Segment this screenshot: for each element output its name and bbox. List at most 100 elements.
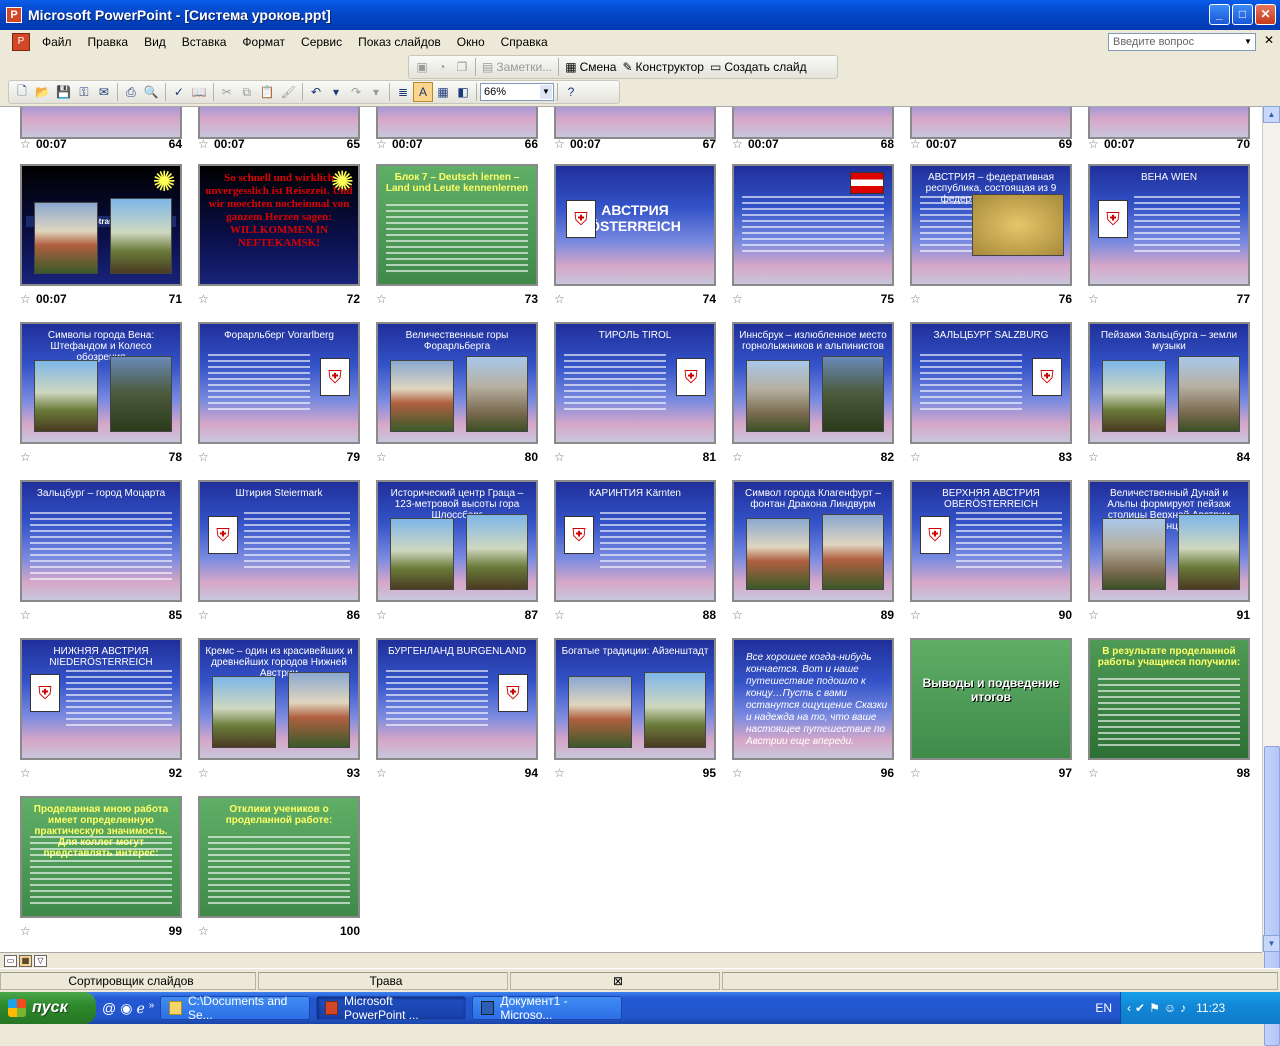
slide-thumbnail[interactable]: ВЕНА WIEN ⛨ [1088,164,1250,286]
chevron-down-icon[interactable]: ▼ [540,85,552,99]
slide-thumbnail[interactable]: Величественные горы Форарльберга [376,322,538,444]
slide-thumbnail[interactable]: АВСТРИЯ – федеративная республика, состо… [910,164,1072,286]
format-painter-icon[interactable]: 🖌 [278,82,299,102]
slide-transition-icon[interactable]: ☆ [376,292,387,306]
slide-transition-icon[interactable]: ☆ [554,450,565,464]
slide-transition-icon[interactable]: ☆ [732,450,743,464]
antivirus-tray-icon[interactable]: ✔ [1135,1001,1145,1015]
slide-thumbnail[interactable]: КАРИНТИЯ Kärnten ⛨ [554,480,716,602]
slide-transition-icon[interactable]: ☆ [20,608,31,622]
slide-thumbnail[interactable]: АВСТРИЯ ÖSTERREICH ⛨ [554,164,716,286]
minimize-button[interactable]: _ [1209,4,1230,25]
close-document-icon[interactable]: ✕ [1264,33,1274,47]
permission-icon[interactable]: ⚿ [74,82,94,102]
undo-dropdown-icon[interactable]: ▾ [326,82,346,102]
slideshow-view-icon[interactable]: ▽ [34,954,47,967]
chevron-down-icon[interactable]: ▼ [1242,35,1254,49]
document-icon[interactable]: P [12,33,30,51]
slide-transition-icon[interactable]: ☆ [910,608,921,622]
slide-transition-icon[interactable]: ☆ [20,137,31,151]
slide-transition-icon[interactable]: ☆ [1088,608,1099,622]
language-indicator[interactable]: EN [1095,1001,1112,1015]
menu-help[interactable]: Справка [493,35,556,49]
slide-transition-icon[interactable]: ☆ [732,292,743,306]
rehearse-timings-icon[interactable]: ◔ [432,57,452,77]
spelling-icon[interactable]: ✓ [169,82,189,102]
opera-quicklaunch-icon[interactable]: ◉ [120,1000,132,1017]
slide-thumbnail[interactable]: Отклики учеников о проделанной работе: [198,796,360,918]
messenger-tray-icon[interactable]: ☺ [1164,1001,1176,1015]
scroll-down-arrow-icon[interactable]: ▼ [1263,935,1280,952]
ie-quicklaunch-icon[interactable]: ℯ [136,1000,144,1017]
slide-transition-icon[interactable]: ☆ [20,292,31,306]
task-word[interactable]: Документ1 - Microso... [472,994,623,1022]
slide-thumbnail[interactable]: Исторический центр Граца – 123-метровой … [376,480,538,602]
slide-thumbnail[interactable]: Величественный Дунай и Альпы формируют п… [1088,480,1250,602]
transition-button[interactable]: ▦ Смена [562,57,619,77]
slide-transition-icon[interactable]: ☆ [1088,137,1099,151]
task-powerpoint[interactable]: Microsoft PowerPoint ... [316,994,467,1022]
slide-transition-icon[interactable]: ☆ [732,766,743,780]
print-icon[interactable]: ⎙ [121,82,141,102]
slide-transition-icon[interactable]: ☆ [732,137,743,151]
slide-thumbnail[interactable]: НИЖНЯЯ АВСТРИЯ NIEDERÖSTERREICH ⛨ [20,638,182,760]
slide-thumbnail[interactable]: ЗАЛЬЦБУРГ SALZBURG ⛨ [910,322,1072,444]
slide-thumbnail[interactable] [198,107,360,139]
new-slide-button[interactable]: ▭ Создать слайд [707,57,810,77]
slide-transition-icon[interactable]: ☆ [732,608,743,622]
slide-transition-icon[interactable]: ☆ [910,292,921,306]
slide-thumbnail[interactable]: Символ города Клагенфурт – фонтан Дракон… [732,480,894,602]
slide-transition-icon[interactable]: ☆ [198,608,209,622]
save-icon[interactable]: 💾 [53,82,74,102]
menu-window[interactable]: Окно [449,35,493,49]
slide-thumbnail[interactable]: БУРГЕНЛАНД BURGENLAND ⛨ [376,638,538,760]
print-preview-icon[interactable]: 🔍 [141,82,162,102]
paste-icon[interactable]: 📋 [257,82,278,102]
slide-transition-icon[interactable]: ☆ [554,608,565,622]
slide-transition-icon[interactable]: ☆ [376,766,387,780]
open-folder-icon[interactable]: 📂 [32,82,53,102]
undo-icon[interactable]: ↶ [306,82,326,102]
slide-thumbnail[interactable] [20,107,182,139]
slide-thumbnail[interactable]: Иннсбрук – излюбленное место горнолыжник… [732,322,894,444]
slide-thumbnail[interactable]: Форарльберг Vorarlberg ⛨ [198,322,360,444]
scroll-up-arrow-icon[interactable]: ▲ [1263,106,1280,123]
slide-transition-icon[interactable]: ☆ [198,924,209,938]
cut-icon[interactable]: ✂ [217,82,237,102]
slide-sorter-pane[interactable]: ☆ 00:07 64 ☆ 00:07 65 ☆ 00:07 66 ☆ 00:07 67 ☆ 00:07 68… [0,106,1262,952]
slide-transition-icon[interactable]: ☆ [1088,766,1099,780]
redo-icon[interactable]: ↷ [346,82,366,102]
show-grid-icon[interactable]: ▦ [433,82,453,102]
slide-thumbnail[interactable]: Символы города Вена: Штефандом и Колесо … [20,322,182,444]
slide-transition-icon[interactable]: ☆ [1088,450,1099,464]
menu-edit[interactable]: Правка [80,35,137,49]
menu-format[interactable]: Формат [234,35,293,49]
email-icon[interactable]: ✉ [94,82,114,102]
slide-thumbnail[interactable]: В результате проделанной работы учащиеся… [1088,638,1250,760]
slide-transition-icon[interactable]: ☆ [554,292,565,306]
menu-file[interactable]: Файл [34,35,80,49]
slide-thumbnail[interactable] [910,107,1072,139]
network-tray-icon[interactable]: ⚑ [1149,1001,1160,1015]
slide-thumbnail[interactable] [376,107,538,139]
menu-view[interactable]: Вид [136,35,174,49]
slide-thumbnail[interactable]: Зальцбург – город Моцарта [20,480,182,602]
slide-thumbnail[interactable]: ✺ So schnell und wirklich unvergesslich i… [198,164,360,286]
vertical-scrollbar[interactable]: ▲ ▼ [1262,106,1280,1046]
slide-transition-icon[interactable]: ☆ [20,450,31,464]
slide-thumbnail[interactable] [732,107,894,139]
volume-tray-icon[interactable]: ♪ [1180,1001,1186,1015]
slide-thumbnail[interactable]: Выводы и подведение итогов [910,638,1072,760]
slide-thumbnail[interactable]: ВЕРХНЯЯ АВСТРИЯ OBERÖSTERREICH ⛨ [910,480,1072,602]
slide-transition-icon[interactable]: ☆ [910,450,921,464]
slide-transition-icon[interactable]: ☆ [554,766,565,780]
color-grayscale-icon[interactable]: ◧ [453,82,473,102]
help-icon[interactable]: ? [561,82,581,102]
notes-button[interactable]: ▤ Заметки... [479,57,555,77]
expand-all-icon[interactable]: ≣ [393,82,413,102]
slide-transition-icon[interactable]: ☆ [554,137,565,151]
slide-thumbnail[interactable] [554,107,716,139]
mail-quicklaunch-icon[interactable]: @ [102,1000,116,1017]
redo-dropdown-icon[interactable]: ▾ [366,82,386,102]
slide-transition-icon[interactable]: ☆ [20,766,31,780]
